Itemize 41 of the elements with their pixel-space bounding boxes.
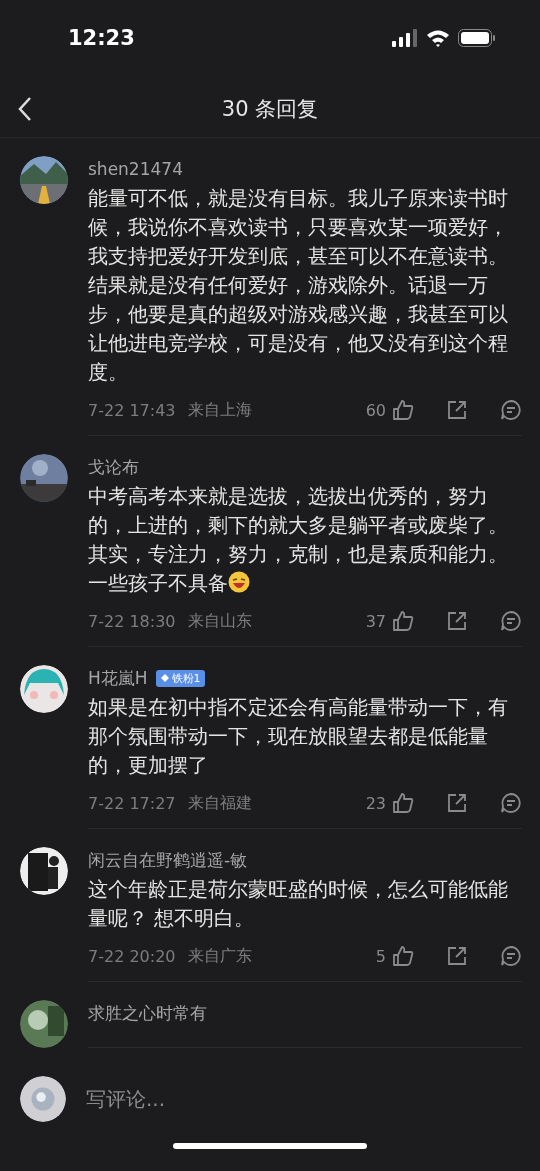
comment-time: 7-22 20:20	[88, 946, 176, 966]
signal-icon	[392, 29, 418, 47]
fan-badge: 铁粉1	[155, 669, 205, 687]
like-button[interactable]	[392, 945, 414, 967]
reply-button[interactable]	[500, 399, 522, 421]
comment-input[interactable]: 写评论...	[84, 1086, 520, 1112]
comment-text: 这个年龄正是荷尔蒙旺盛的时候，怎么可能低能量呢？ 想不明白。	[88, 877, 509, 932]
battery-icon	[458, 29, 496, 47]
user-name[interactable]: H花嵐H	[88, 666, 148, 690]
user-name[interactable]: 闲云自在野鹤逍遥-敏	[88, 848, 248, 872]
comment-location: 来自广东	[187, 945, 252, 967]
like-button[interactable]	[392, 399, 414, 421]
like-count: 60	[365, 400, 386, 420]
comment-location: 来自上海	[187, 399, 252, 421]
like-count: 5	[375, 946, 386, 966]
user-name[interactable]: 求胜之心时常有	[88, 1001, 207, 1025]
comment-text: 如果是在初中指不定还会有高能量带动一下，有那个氛围带动一下，现在放眼望去都是低能量的，更加摆了	[88, 695, 509, 779]
like-button[interactable]	[392, 792, 414, 814]
comment-time: 7-22 18:30	[88, 611, 176, 631]
wifi-icon	[426, 29, 450, 47]
like-button[interactable]	[392, 610, 414, 632]
comment-text: 中考高考本来就是选拔，选拔出优秀的，努力的，上进的，剩下的就大多是躺平者或废柴了。其实，专注力，努力，克制，也是素质和能力。一些孩子不具备	[88, 484, 509, 597]
comment-time: 7-22 17:43	[88, 400, 176, 420]
reply-button[interactable]	[500, 792, 522, 814]
share-button[interactable]	[446, 399, 468, 421]
share-button[interactable]	[446, 945, 468, 967]
like-count: 37	[365, 611, 386, 631]
comment-text: 能量可不低，就是没有目标。我儿子原来读书时候，我说你不喜欢读书，只要喜欢某一项爱好，我支持把爱好开发到底，甚至可以不在意读书。结果就是没有任何爱好，游戏除外。话退一万步，他要是真的超级对游戏感兴趣，我甚至可以让他进电竞学校，可是没有，他又没有到这个程度。	[88, 186, 509, 386]
reply-button[interactable]	[500, 945, 522, 967]
status-time: 12:23	[68, 26, 135, 50]
user-name[interactable]: 戈论布	[88, 455, 139, 479]
laughing-face-icon	[228, 571, 250, 593]
comment-location: 来自山东	[187, 610, 252, 632]
share-button[interactable]	[446, 610, 468, 632]
share-button[interactable]	[446, 792, 468, 814]
like-count: 23	[365, 793, 386, 813]
comment-time: 7-22 17:27	[88, 793, 176, 813]
user-name[interactable]: shen21474	[88, 159, 183, 179]
page-title: 30 条回复	[221, 95, 319, 123]
reply-button[interactable]	[500, 610, 522, 632]
comment-location: 来自福建	[187, 792, 252, 814]
